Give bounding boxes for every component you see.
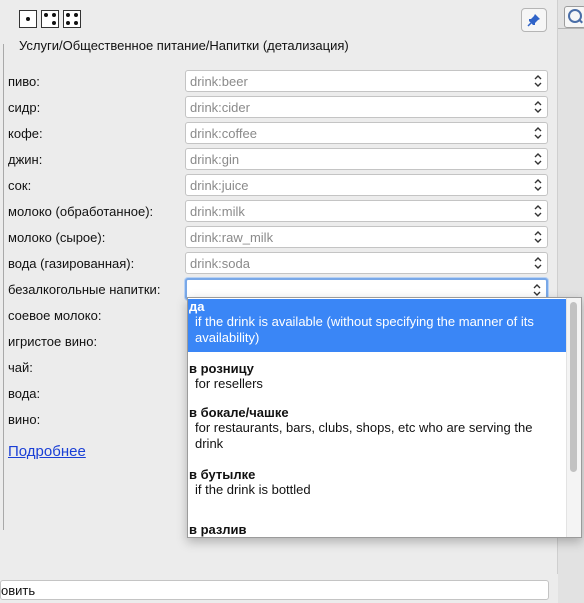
field-label: джин: — [8, 152, 43, 167]
pin-button[interactable] — [521, 8, 547, 32]
combobox-value: drink:soda — [190, 256, 250, 271]
field-row: сок: drink:juice — [0, 174, 557, 196]
combobox-value: drink:gin — [190, 152, 240, 167]
geometry-type-icons — [19, 10, 81, 28]
field-label: соевое молоко: — [8, 308, 102, 323]
field-row: кофе: drink:coffee — [0, 122, 557, 144]
updown-arrows-icon — [534, 127, 542, 139]
updown-arrows-icon — [533, 284, 541, 296]
updown-arrows-icon — [534, 231, 542, 243]
combobox-value: drink:milk — [190, 204, 245, 219]
preset-title: Услуги/Общественное питание/Напитки (дет… — [19, 38, 349, 53]
combobox-value: drink:juice — [190, 178, 249, 193]
option-description: for resellers — [195, 376, 263, 391]
dropdown-option[interactable]: в розницу for resellers — [188, 361, 566, 397]
dropdown-option[interactable]: в бокале/чашке for restaurants, bars, clu… — [188, 405, 566, 459]
field-row: пиво: drink:beer — [0, 70, 557, 92]
updown-arrows-icon — [534, 153, 542, 165]
node-icon — [19, 10, 37, 28]
field-combobox[interactable]: drink:coffee — [185, 122, 548, 144]
option-title: да — [189, 299, 205, 314]
combobox-value: drink:cider — [190, 100, 250, 115]
way-icon — [41, 10, 59, 28]
updown-arrows-icon — [534, 205, 542, 217]
combobox-value: drink:coffee — [190, 126, 257, 141]
field-combobox[interactable]: drink:cider — [185, 96, 548, 118]
option-description: if the drink is available (without speci… — [195, 314, 534, 345]
option-title: в бокале/чашке — [189, 405, 289, 420]
field-combobox[interactable]: drink:milk — [185, 200, 548, 222]
footer-text: овить — [1, 583, 36, 598]
updown-arrows-icon — [534, 179, 542, 191]
option-title: в бутылке — [189, 467, 256, 482]
field-label: вино: — [8, 412, 41, 427]
dropdown-option[interactable]: в бутылке if the drink is bottled — [188, 467, 566, 503]
field-label: вода (газированная): — [8, 256, 135, 271]
field-label: молоко (обработанное): — [8, 204, 154, 219]
field-row: сидр: drink:cider — [0, 96, 557, 118]
field-label: молоко (сырое): — [8, 230, 106, 245]
field-combobox[interactable]: drink:gin — [185, 148, 548, 170]
pin-icon — [527, 14, 540, 27]
field-row: молоко (сырое): drink:raw_milk — [0, 226, 557, 248]
field-row: молоко (обработанное): drink:milk — [0, 200, 557, 222]
dropdown-popup[interactable]: да if the drink is available (without spe… — [187, 297, 582, 538]
combobox-value: drink:beer — [190, 74, 248, 89]
field-label: сок: — [8, 178, 32, 193]
updown-arrows-icon — [534, 75, 542, 87]
more-info-link[interactable]: Подробнее — [8, 443, 86, 460]
option-title: в разлив — [189, 522, 247, 537]
field-label: безалкогольные напитки: — [8, 282, 161, 297]
field-label: чай: — [8, 360, 33, 375]
combobox-value: drink:raw_milk — [190, 230, 274, 245]
field-label: вода: — [8, 386, 41, 401]
field-combobox[interactable]: drink:juice — [185, 174, 548, 196]
option-description: if the drink is bottled — [195, 482, 311, 497]
updown-arrows-icon — [534, 101, 542, 113]
field-label: пиво: — [8, 74, 40, 89]
field-row: джин: drink:gin — [0, 148, 557, 170]
scroll-thumb[interactable] — [570, 302, 577, 472]
field-row: вода (газированная): drink:soda — [0, 252, 557, 274]
option-description: for restaurants, bars, clubs, shops, etc… — [195, 420, 533, 451]
field-label: сидр: — [8, 100, 41, 115]
dropdown-option[interactable]: да if the drink is available (without spe… — [188, 299, 566, 352]
updown-arrows-icon — [534, 257, 542, 269]
dropdown-option[interactable]: в разлив — [188, 522, 566, 537]
footer-field[interactable]: овить — [0, 580, 549, 600]
option-title: в розницу — [189, 361, 254, 376]
field-combobox[interactable]: drink:raw_milk — [185, 226, 548, 248]
field-label: игристое вино: — [8, 334, 98, 349]
field-combobox[interactable]: drink:beer — [185, 70, 548, 92]
search-button[interactable] — [564, 6, 584, 28]
dropdown-scrollbar[interactable] — [566, 298, 581, 537]
field-label: кофе: — [8, 126, 43, 141]
field-combobox[interactable]: drink:soda — [185, 252, 548, 274]
area-icon — [63, 10, 81, 28]
